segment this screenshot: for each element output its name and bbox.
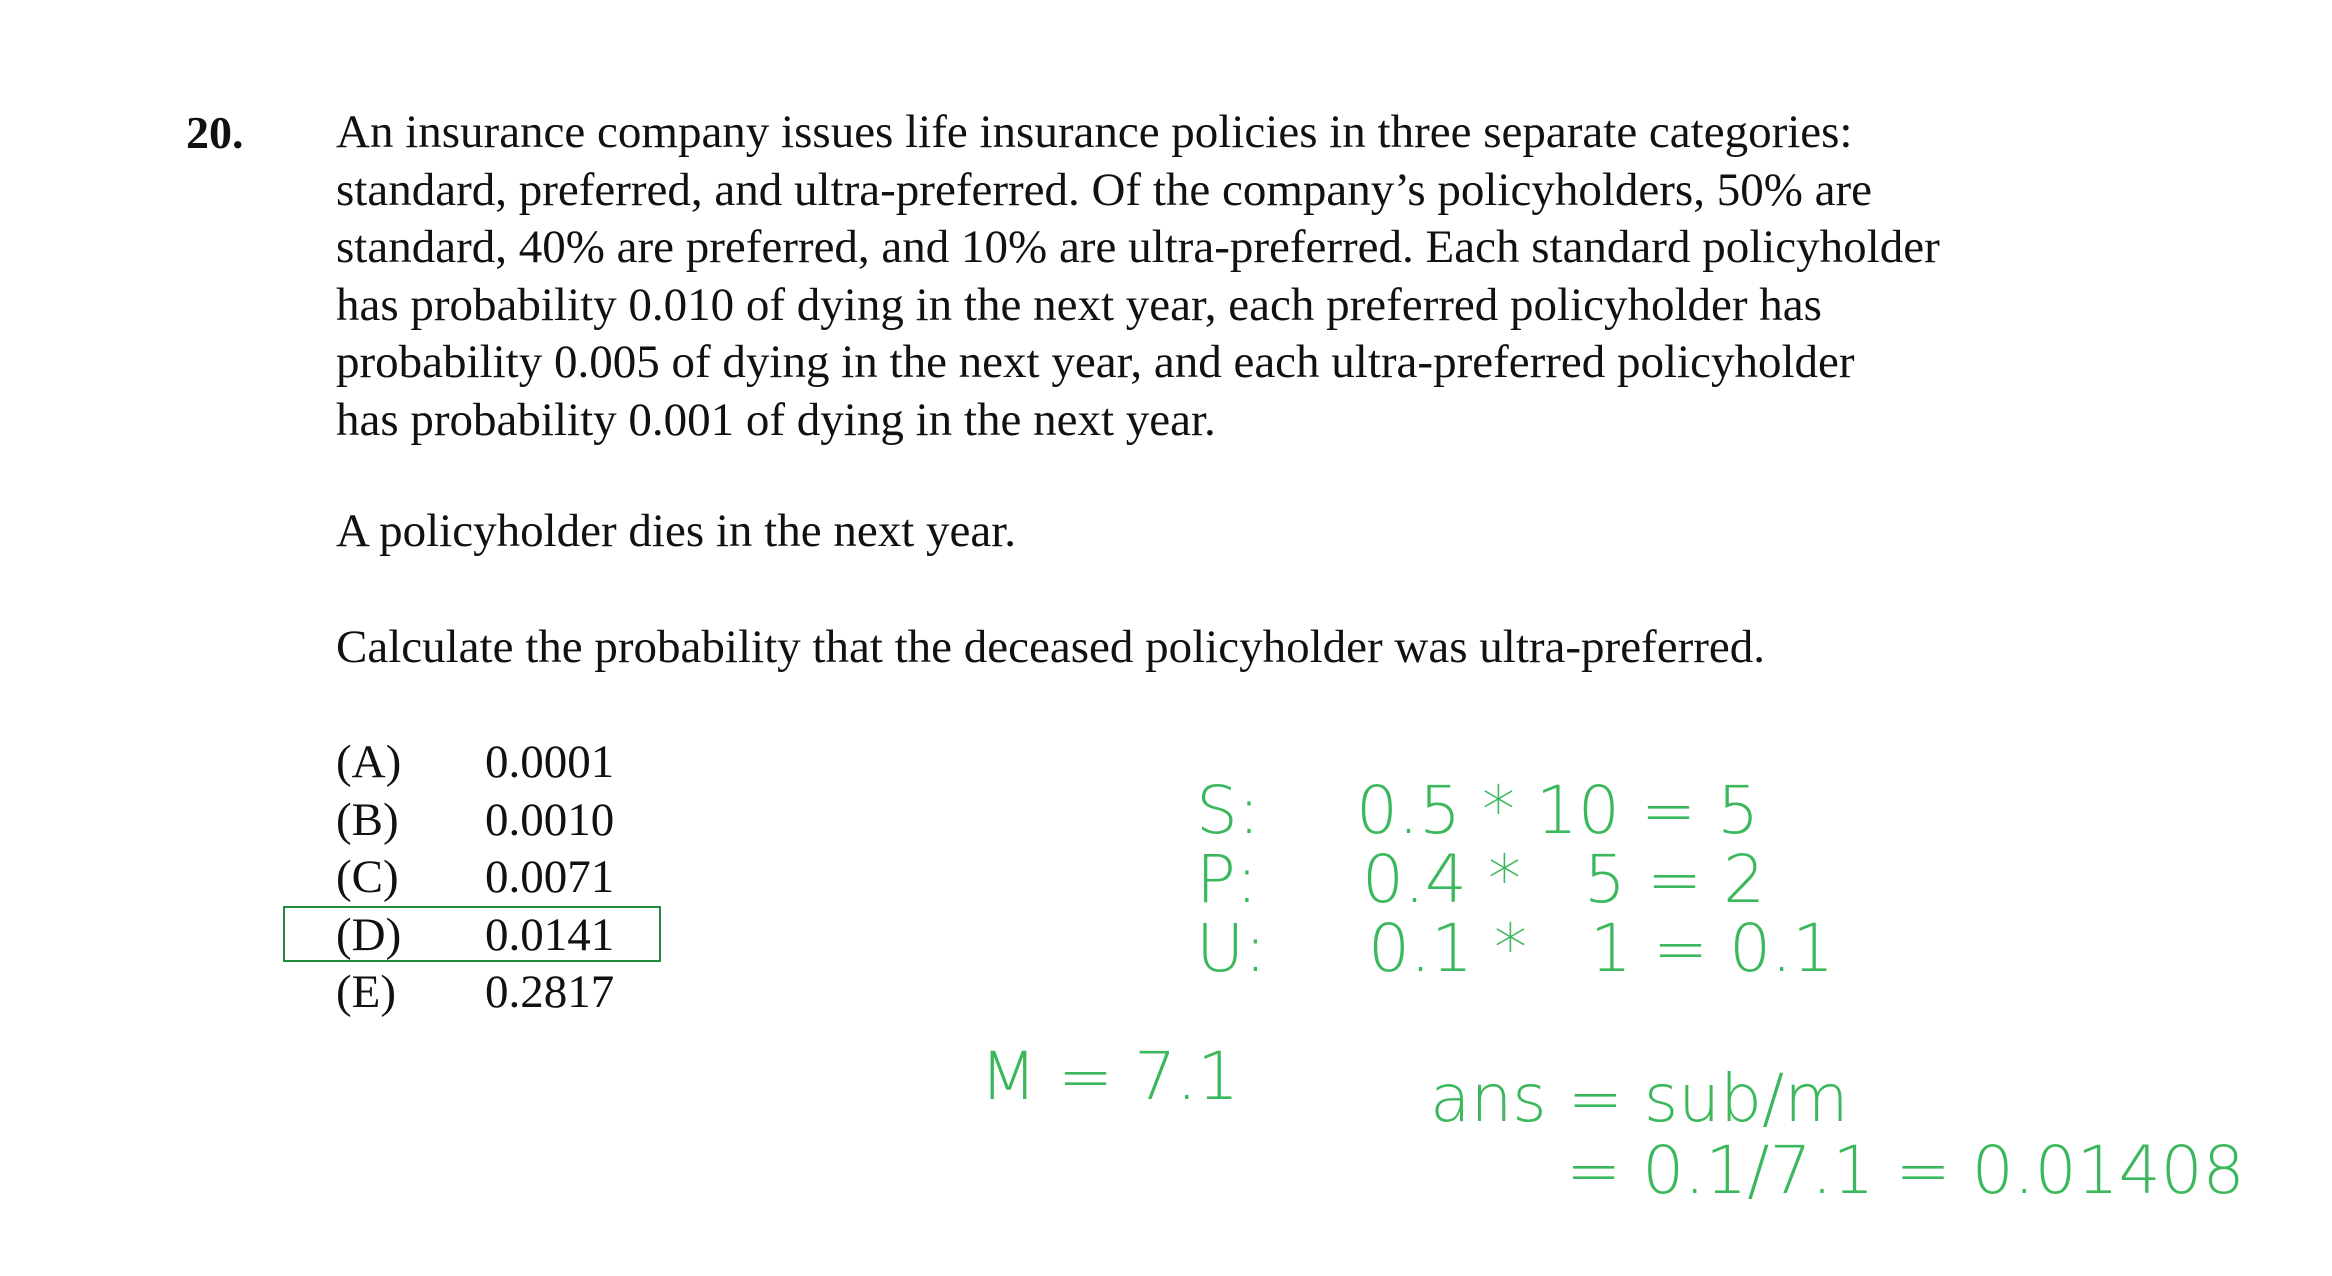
handwritten-ultra-calc: 0.1 * 1 = 0.1 <box>1368 910 1835 987</box>
paragraph-line: has probability 0.001 of dying in the ne… <box>336 393 1216 446</box>
paragraph-line: has probability 0.010 of dying in the ne… <box>336 278 1822 331</box>
handwritten-total-m: M = 7.1 <box>980 1038 1240 1115</box>
option-value: 0.0010 <box>485 793 615 846</box>
handwritten-p-label: P: <box>1196 841 1259 918</box>
paragraph-line: probability 0.005 of dying in the next y… <box>336 336 1855 389</box>
handwritten-preferred-calc: 0.4 * 5 = 2 <box>1362 841 1766 918</box>
event-statement: A policyholder dies in the next year. <box>336 503 2136 561</box>
handwritten-answer-formula: ans = sub/m <box>1430 1060 1849 1137</box>
paragraph-line: standard, preferred, and ultra-preferred… <box>336 163 1872 216</box>
handwritten-s-label: S: <box>1196 772 1261 849</box>
option-value: 0.0071 <box>485 851 615 903</box>
question-number: 20. <box>186 107 244 158</box>
question-prompt: Calculate the probability that the decea… <box>336 619 2136 677</box>
event-text: A policyholder dies in the next year. <box>336 505 1017 557</box>
handwritten-u-label: U: <box>1196 910 1267 987</box>
paragraph-line: An insurance company issues life insuran… <box>336 106 1853 158</box>
handwritten-answer-result: = 0.1/7.1 = 0.01408 <box>1566 1132 2245 1209</box>
option-letter: (A) <box>336 736 402 788</box>
option-value: 0.2817 <box>485 966 615 1018</box>
problem-paragraph: An insurance company issues life insuran… <box>336 104 2136 450</box>
option-letter: (E) <box>336 966 397 1018</box>
option-value: 0.0001 <box>485 736 615 788</box>
selected-answer-box <box>283 906 661 962</box>
handwritten-standard-calc: 0.5 * 10 = 5 <box>1356 772 1760 849</box>
option-letter: (C) <box>336 851 399 903</box>
option-letter: (B) <box>336 793 399 846</box>
prompt-text: Calculate the probability that the decea… <box>336 621 1765 673</box>
paragraph-line: standard, 40% are preferred, and 10% are… <box>336 221 1940 274</box>
